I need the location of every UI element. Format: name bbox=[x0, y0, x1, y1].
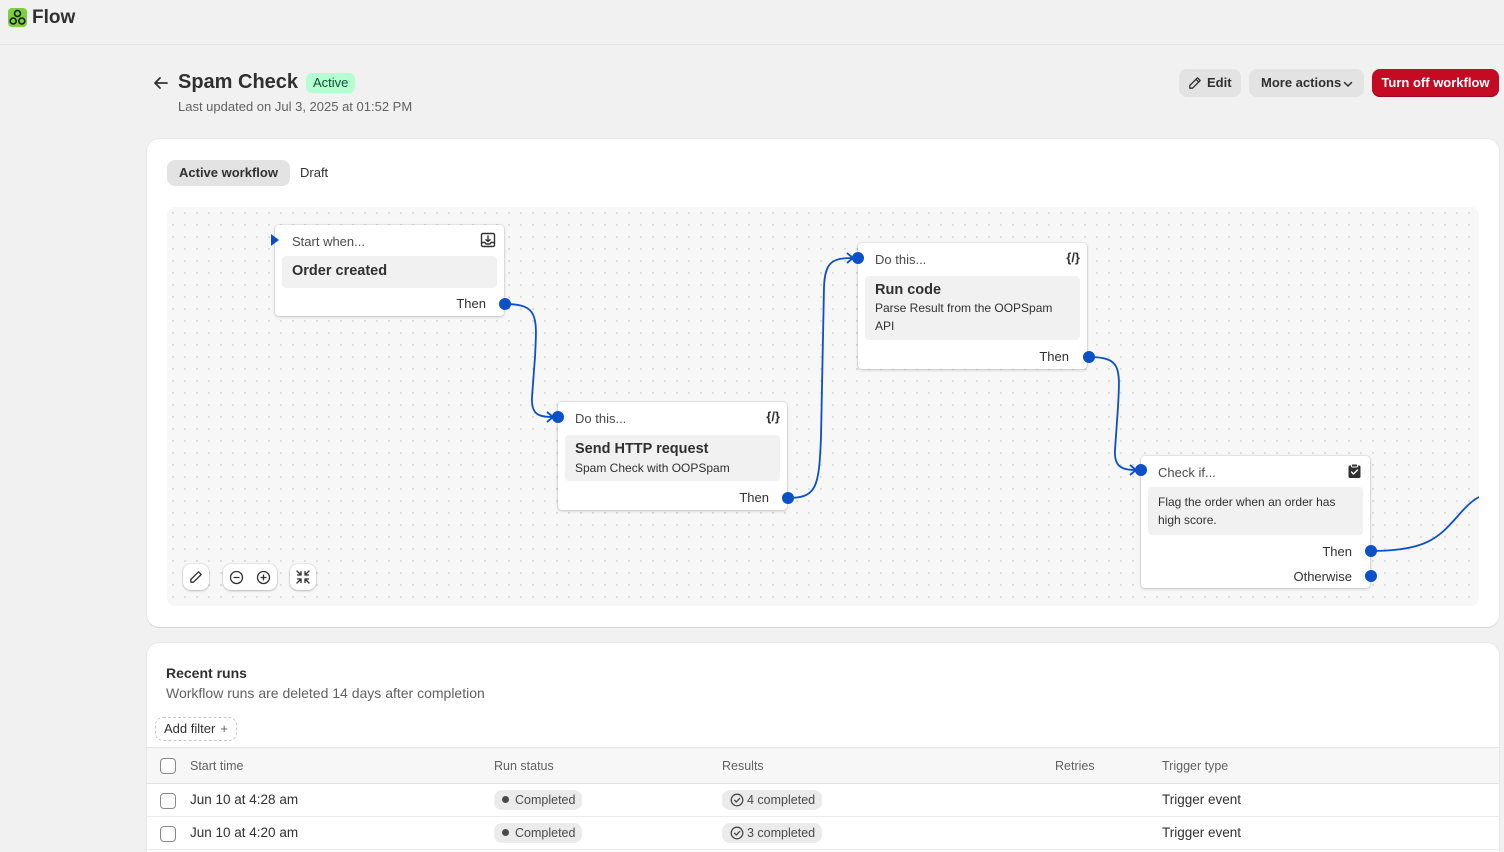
pencil-icon bbox=[190, 571, 202, 583]
recent-runs-title: Recent runs bbox=[166, 665, 247, 681]
code-braces-icon: {/} bbox=[766, 409, 780, 424]
row-checkbox[interactable] bbox=[160, 793, 176, 809]
zoom-in-icon[interactable] bbox=[256, 570, 271, 585]
trigger-node[interactable]: Start when... Order created Then bbox=[275, 225, 504, 316]
recent-runs-card: Recent runs Workflow runs are deleted 14… bbox=[147, 643, 1499, 852]
more-actions-button[interactable]: More actions bbox=[1249, 69, 1364, 97]
http-node-subtitle: Spam Check with OOPSpam bbox=[575, 461, 730, 475]
status-badge: Active bbox=[306, 73, 356, 93]
code-output-port[interactable] bbox=[1083, 351, 1095, 363]
code-braces-icon: {/} bbox=[1066, 250, 1080, 265]
trigger-node-title: Order created bbox=[292, 263, 388, 279]
recent-runs-subtitle: Workflow runs are deleted 14 days after … bbox=[166, 685, 485, 701]
condition-node-subtitle: Flag the order when an order has high sc… bbox=[1158, 495, 1336, 527]
edit-button[interactable]: Edit bbox=[1179, 69, 1241, 97]
condition-node-body: Flag the order when an order has high sc… bbox=[1148, 487, 1363, 535]
run-trigger-type: Trigger event bbox=[1162, 825, 1242, 840]
chevron-down-icon bbox=[1343, 81, 1353, 87]
code-node-head: Do this... bbox=[875, 252, 927, 267]
run-start-time: Jun 10 at 4:20 am bbox=[190, 825, 299, 840]
last-updated-text: Last updated on Jul 3, 2025 at 01:52 PM bbox=[178, 99, 413, 114]
run-code-node[interactable]: Do this... {/} Run code Parse Result fro… bbox=[858, 243, 1087, 369]
http-output-port[interactable] bbox=[782, 492, 794, 504]
column-header-retries[interactable]: Retries bbox=[1055, 759, 1095, 773]
trigger-then-label: Then bbox=[456, 296, 486, 311]
check-circle-icon bbox=[730, 826, 744, 840]
page-title: Spam Check bbox=[178, 71, 299, 93]
table-header: Start time Run status Results Retries Tr… bbox=[147, 747, 1499, 784]
http-node-title: Send HTTP request bbox=[575, 441, 709, 457]
column-header-trigger-type[interactable]: Trigger type bbox=[1162, 759, 1228, 773]
code-node-title: Run code bbox=[875, 282, 942, 298]
column-header-start-time[interactable]: Start time bbox=[190, 759, 244, 773]
condition-input-port[interactable] bbox=[1135, 464, 1147, 476]
http-input-port[interactable] bbox=[552, 411, 564, 423]
table-row[interactable]: Jun 10 at 4:28 am Completed 4 completed … bbox=[147, 784, 1499, 817]
connector-http-to-code bbox=[787, 257, 854, 499]
connector-condition-then bbox=[1370, 496, 1479, 552]
column-header-run-status[interactable]: Run status bbox=[494, 759, 554, 773]
trigger-node-body: Order created bbox=[282, 256, 497, 288]
http-then-label: Then bbox=[739, 490, 769, 505]
http-request-node[interactable]: Do this... {/} Send HTTP request Spam Ch… bbox=[558, 402, 787, 510]
run-results-badge: 3 completed bbox=[722, 823, 823, 843]
code-input-port[interactable] bbox=[852, 252, 864, 264]
top-bar: Flow bbox=[0, 0, 1504, 45]
add-filter-button[interactable]: Add filter + bbox=[155, 717, 237, 741]
run-start-time: Jun 10 at 4:28 am bbox=[190, 792, 299, 807]
table-row[interactable]: Jun 10 at 4:20 am Completed 3 completed … bbox=[147, 817, 1499, 850]
more-actions-label: More actions bbox=[1261, 75, 1342, 90]
trigger-node-head: Start when... bbox=[292, 234, 365, 249]
edit-canvas-button[interactable] bbox=[183, 564, 209, 590]
trigger-output-port[interactable] bbox=[499, 298, 511, 310]
run-status-badge: Completed bbox=[494, 790, 583, 810]
tab-active-workflow[interactable]: Active workflow bbox=[167, 160, 290, 186]
back-arrow-icon[interactable] bbox=[152, 74, 170, 92]
collapse-arrows-icon bbox=[296, 570, 310, 584]
app-name: Flow bbox=[32, 7, 76, 28]
row-checkbox[interactable] bbox=[160, 826, 176, 842]
trigger-input-marker bbox=[271, 234, 279, 246]
connector-trigger-to-http bbox=[504, 303, 554, 418]
column-header-results[interactable]: Results bbox=[722, 759, 764, 773]
zoom-controls bbox=[223, 564, 277, 590]
turn-off-workflow-button[interactable]: Turn off workflow bbox=[1372, 69, 1499, 97]
condition-otherwise-port[interactable] bbox=[1365, 570, 1377, 582]
inbox-download-icon bbox=[480, 232, 496, 248]
status-dot-icon bbox=[502, 829, 509, 836]
pencil-icon bbox=[1189, 77, 1201, 89]
select-all-checkbox[interactable] bbox=[160, 758, 176, 774]
tab-draft[interactable]: Draft bbox=[288, 160, 340, 186]
status-dot-icon bbox=[502, 796, 509, 803]
condition-then-label: Then bbox=[1322, 544, 1352, 559]
flow-logo-icon bbox=[8, 8, 27, 27]
workflow-canvas[interactable]: Start when... Order created Then Do this… bbox=[167, 207, 1479, 606]
code-then-label: Then bbox=[1039, 349, 1069, 364]
http-node-body: Send HTTP request Spam Check with OOPSpa… bbox=[565, 435, 780, 481]
workflow-card: Active workflow Draft Start when... Orde… bbox=[147, 139, 1499, 627]
edit-button-label: Edit bbox=[1207, 75, 1232, 90]
condition-node-head: Check if... bbox=[1158, 465, 1216, 480]
run-status-badge: Completed bbox=[494, 823, 583, 843]
condition-node[interactable]: Check if... Flag the order when an order… bbox=[1141, 456, 1370, 588]
check-circle-icon bbox=[730, 793, 744, 807]
add-filter-label: Add filter bbox=[164, 721, 216, 736]
run-trigger-type: Trigger event bbox=[1162, 792, 1242, 807]
code-node-subtitle: Parse Result from the OOPSpam API bbox=[875, 301, 1053, 333]
connector-code-to-condition bbox=[1088, 356, 1137, 471]
condition-then-port[interactable] bbox=[1365, 545, 1377, 557]
plus-icon: + bbox=[220, 721, 228, 736]
fit-view-button[interactable] bbox=[290, 564, 316, 590]
clipboard-check-icon bbox=[1348, 463, 1361, 478]
condition-otherwise-label: Otherwise bbox=[1293, 569, 1352, 584]
zoom-out-icon[interactable] bbox=[229, 570, 244, 585]
run-results-badge: 4 completed bbox=[722, 790, 823, 810]
http-node-head: Do this... bbox=[575, 411, 627, 426]
code-node-body: Run code Parse Result from the OOPSpam A… bbox=[865, 276, 1080, 340]
